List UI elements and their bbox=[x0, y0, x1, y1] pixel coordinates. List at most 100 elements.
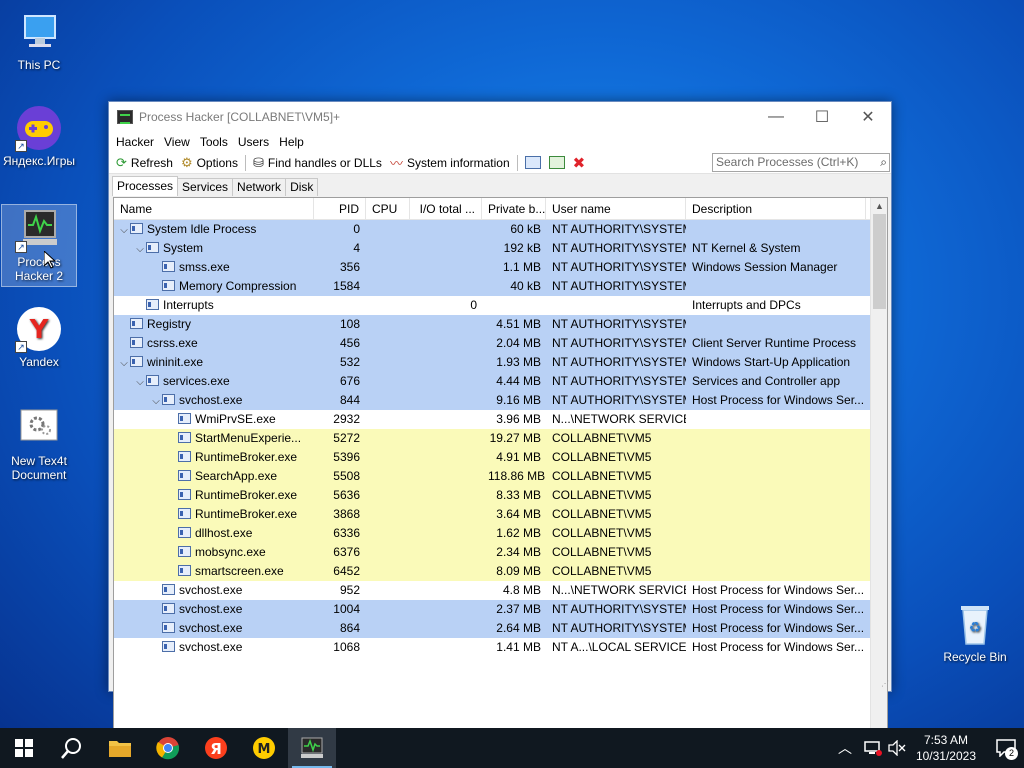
tab-processes[interactable]: Processes bbox=[112, 176, 179, 196]
file-explorer-button[interactable] bbox=[96, 728, 144, 768]
terminate-icon[interactable]: ✖ bbox=[573, 154, 586, 172]
user-name-cell: NT AUTHORITY\SYSTEM bbox=[552, 355, 686, 369]
table-row[interactable]: RuntimeBroker.exe 5396 4.91 MB COLLABNET\VM… bbox=[114, 448, 887, 467]
process-hacker-window[interactable]: Process Hacker [COLLABNET\VM5]+ — ☐ ✕ Ha… bbox=[108, 101, 892, 765]
refresh-button[interactable]: ⟳ Refresh bbox=[112, 152, 177, 174]
clock[interactable]: 7:53 AM 10/31/2023 bbox=[916, 732, 976, 764]
description-cell: NT Kernel & System bbox=[692, 241, 801, 255]
table-row[interactable]: ⌵ services.exe 676 4.44 MB NT AUTHORITY\SYST… bbox=[114, 372, 887, 391]
column-header-user-name[interactable]: User name bbox=[546, 198, 686, 219]
system-information-button[interactable]: 〰 System information bbox=[386, 152, 514, 174]
close-button[interactable]: ✕ bbox=[845, 102, 891, 132]
process-window-icon bbox=[130, 223, 143, 234]
table-row[interactable]: WmiPrvSE.exe 2932 3.96 MB N...\NETWORK SERV… bbox=[114, 410, 887, 429]
menu-hacker[interactable]: Hacker bbox=[111, 135, 159, 149]
search-input[interactable]: Search Processes (Ctrl+K) ⌕ bbox=[712, 153, 890, 172]
table-row[interactable]: dllhost.exe 6336 1.62 MB COLLABNET\VM5 bbox=[114, 524, 887, 543]
user-name-cell: NT AUTHORITY\SYSTEM bbox=[552, 393, 686, 407]
column-header-cpu[interactable]: CPU bbox=[366, 198, 410, 219]
options-button[interactable]: ⚙ Options bbox=[177, 152, 242, 174]
minimize-button[interactable]: — bbox=[753, 102, 799, 132]
menu-view[interactable]: View bbox=[159, 135, 195, 149]
volume-muted-icon[interactable] bbox=[888, 740, 906, 756]
scroll-up-icon[interactable]: ▲ bbox=[871, 198, 887, 214]
table-row[interactable]: RuntimeBroker.exe 3868 3.64 MB COLLABNET\VM… bbox=[114, 505, 887, 524]
process-name: Registry bbox=[147, 317, 192, 331]
expand-toggle-icon[interactable]: ⌵ bbox=[134, 373, 146, 391]
io-total-cell bbox=[410, 353, 482, 372]
menu-users[interactable]: Users bbox=[233, 135, 274, 149]
column-header-private-bytes[interactable]: Private b... bbox=[482, 198, 546, 219]
desktop-icon-recycle-bin[interactable]: ♻ Recycle Bin bbox=[937, 600, 1013, 664]
tab-disk[interactable]: Disk bbox=[285, 178, 319, 196]
description-cell: Windows Start-Up Application bbox=[692, 355, 851, 369]
table-row[interactable]: ⌵ wininit.exe 532 1.93 MB NT AUTHORITY\SYSTE… bbox=[114, 353, 887, 372]
table-row[interactable]: Interrupts 0 Interrupts and DPCs bbox=[114, 296, 887, 315]
column-header-name[interactable]: Name bbox=[114, 198, 314, 219]
process-tree[interactable]: Name PID CPU I/O total ... Private b... … bbox=[113, 197, 888, 765]
tab-network[interactable]: Network bbox=[232, 178, 287, 196]
table-row[interactable]: svchost.exe 864 2.64 MB NT AUTHORITY\SYSTEM… bbox=[114, 619, 887, 638]
io-total-cell bbox=[410, 448, 482, 467]
table-row[interactable]: svchost.exe 952 4.8 MB N...\NETWORK SERVICE… bbox=[114, 581, 887, 600]
column-header-pid[interactable]: PID bbox=[314, 198, 366, 219]
expand-toggle-icon[interactable]: ⌵ bbox=[118, 354, 130, 372]
menu-tools[interactable]: Tools bbox=[195, 135, 233, 149]
process-hacker-taskbar-button[interactable] bbox=[288, 728, 336, 768]
chrome-button[interactable] bbox=[144, 728, 192, 768]
expand-toggle-icon[interactable]: ⌵ bbox=[134, 240, 146, 258]
table-row[interactable]: StartMenuExperie... 5272 19.27 MB COLLABNET… bbox=[114, 429, 887, 448]
column-header-io-total[interactable]: I/O total ... bbox=[410, 198, 482, 219]
expand-toggle-icon[interactable]: ⌵ bbox=[150, 392, 162, 410]
process-name-cell: WmiPrvSE.exe bbox=[114, 410, 314, 429]
resize-grip-icon[interactable]: ⋰ bbox=[879, 679, 889, 689]
desktop-icon-new-document[interactable]: New Tex4t Document bbox=[1, 404, 77, 482]
menu-help[interactable]: Help bbox=[274, 135, 309, 149]
system-graph-icon: 〰 bbox=[389, 156, 403, 171]
table-row[interactable]: Memory Compression 1584 40 kB NT AUTHORITY\… bbox=[114, 277, 887, 296]
desktop-icon-this-pc[interactable]: This PC bbox=[1, 8, 77, 72]
table-row[interactable]: svchost.exe 1068 1.41 MB NT A...\LOCAL SERV… bbox=[114, 638, 887, 657]
description-cell bbox=[686, 467, 866, 486]
network-icon[interactable] bbox=[864, 740, 882, 756]
window-icon[interactable] bbox=[524, 156, 541, 169]
maximize-button[interactable]: ☐ bbox=[799, 102, 845, 132]
notifications-button[interactable]: 2 bbox=[988, 728, 1024, 768]
find-handles-button[interactable]: ⛁ Find handles or DLLs bbox=[249, 152, 386, 174]
window-arrow-icon[interactable] bbox=[548, 156, 565, 169]
start-button[interactable] bbox=[0, 728, 48, 768]
desktop-icon-yandex-games[interactable]: ↗ Яндекс.Игры bbox=[1, 104, 77, 168]
table-row[interactable]: smss.exe 356 1.1 MB NT AUTHORITY\SYSTEM Wind… bbox=[114, 258, 887, 277]
window-title: Process Hacker [COLLABNET\VM5]+ bbox=[139, 110, 341, 124]
cpu-cell bbox=[366, 600, 410, 619]
table-row[interactable]: svchost.exe 1004 2.37 MB NT AUTHORITY\SYSTE… bbox=[114, 600, 887, 619]
table-row[interactable]: SearchApp.exe 5508 118.86 MB COLLABNET\VM5 bbox=[114, 467, 887, 486]
table-row[interactable]: ⌵ System Idle Process 0 60 kB NT AUTHORITY\S… bbox=[114, 220, 887, 239]
table-row-partial[interactable] bbox=[114, 657, 887, 663]
scrollbar-thumb[interactable] bbox=[873, 214, 886, 309]
cpu-cell bbox=[366, 353, 410, 372]
io-total-cell bbox=[410, 315, 482, 334]
table-row[interactable]: ⌵ System 4 192 kB NT AUTHORITY\SYSTEM NT Kern… bbox=[114, 239, 887, 258]
tab-services[interactable]: Services bbox=[177, 178, 234, 196]
table-row[interactable]: smartscreen.exe 6452 8.09 MB COLLABNET\VM5 bbox=[114, 562, 887, 581]
user-name-cell: COLLABNET\VM5 bbox=[552, 545, 652, 559]
private-bytes-cell: 1.62 MB bbox=[496, 526, 541, 540]
recycle-bin-icon: ♻ bbox=[951, 600, 999, 648]
yandex-browser-button[interactable]: Я bbox=[192, 728, 240, 768]
table-row[interactable]: csrss.exe 456 2.04 MB NT AUTHORITY\SYSTEM Cl… bbox=[114, 334, 887, 353]
expand-toggle-icon[interactable]: ⌵ bbox=[118, 221, 130, 239]
table-row[interactable]: Registry 108 4.51 MB NT AUTHORITY\SYSTEM bbox=[114, 315, 887, 334]
column-header-description[interactable]: Description bbox=[686, 198, 866, 219]
table-row[interactable]: mobsync.exe 6376 2.34 MB COLLABNET\VM5 bbox=[114, 543, 887, 562]
yandex-games-button[interactable]: M bbox=[240, 728, 288, 768]
window-titlebar[interactable]: Process Hacker [COLLABNET\VM5]+ — ☐ ✕ bbox=[109, 102, 891, 132]
cpu-cell bbox=[366, 334, 410, 353]
chevron-up-icon[interactable]: ︿ bbox=[838, 738, 852, 758]
desktop-icon-yandex[interactable]: Y ↗ Yandex bbox=[1, 305, 77, 369]
search-button[interactable] bbox=[48, 728, 96, 768]
table-row[interactable]: RuntimeBroker.exe 5636 8.33 MB COLLABNET\VM… bbox=[114, 486, 887, 505]
table-row[interactable]: ⌵ svchost.exe 844 9.16 MB NT AUTHORITY\SYSTE… bbox=[114, 391, 887, 410]
private-bytes-cell: 4.8 MB bbox=[502, 583, 541, 597]
desktop-icon-process-hacker[interactable]: ↗ Process Hacker 2 bbox=[1, 204, 77, 287]
